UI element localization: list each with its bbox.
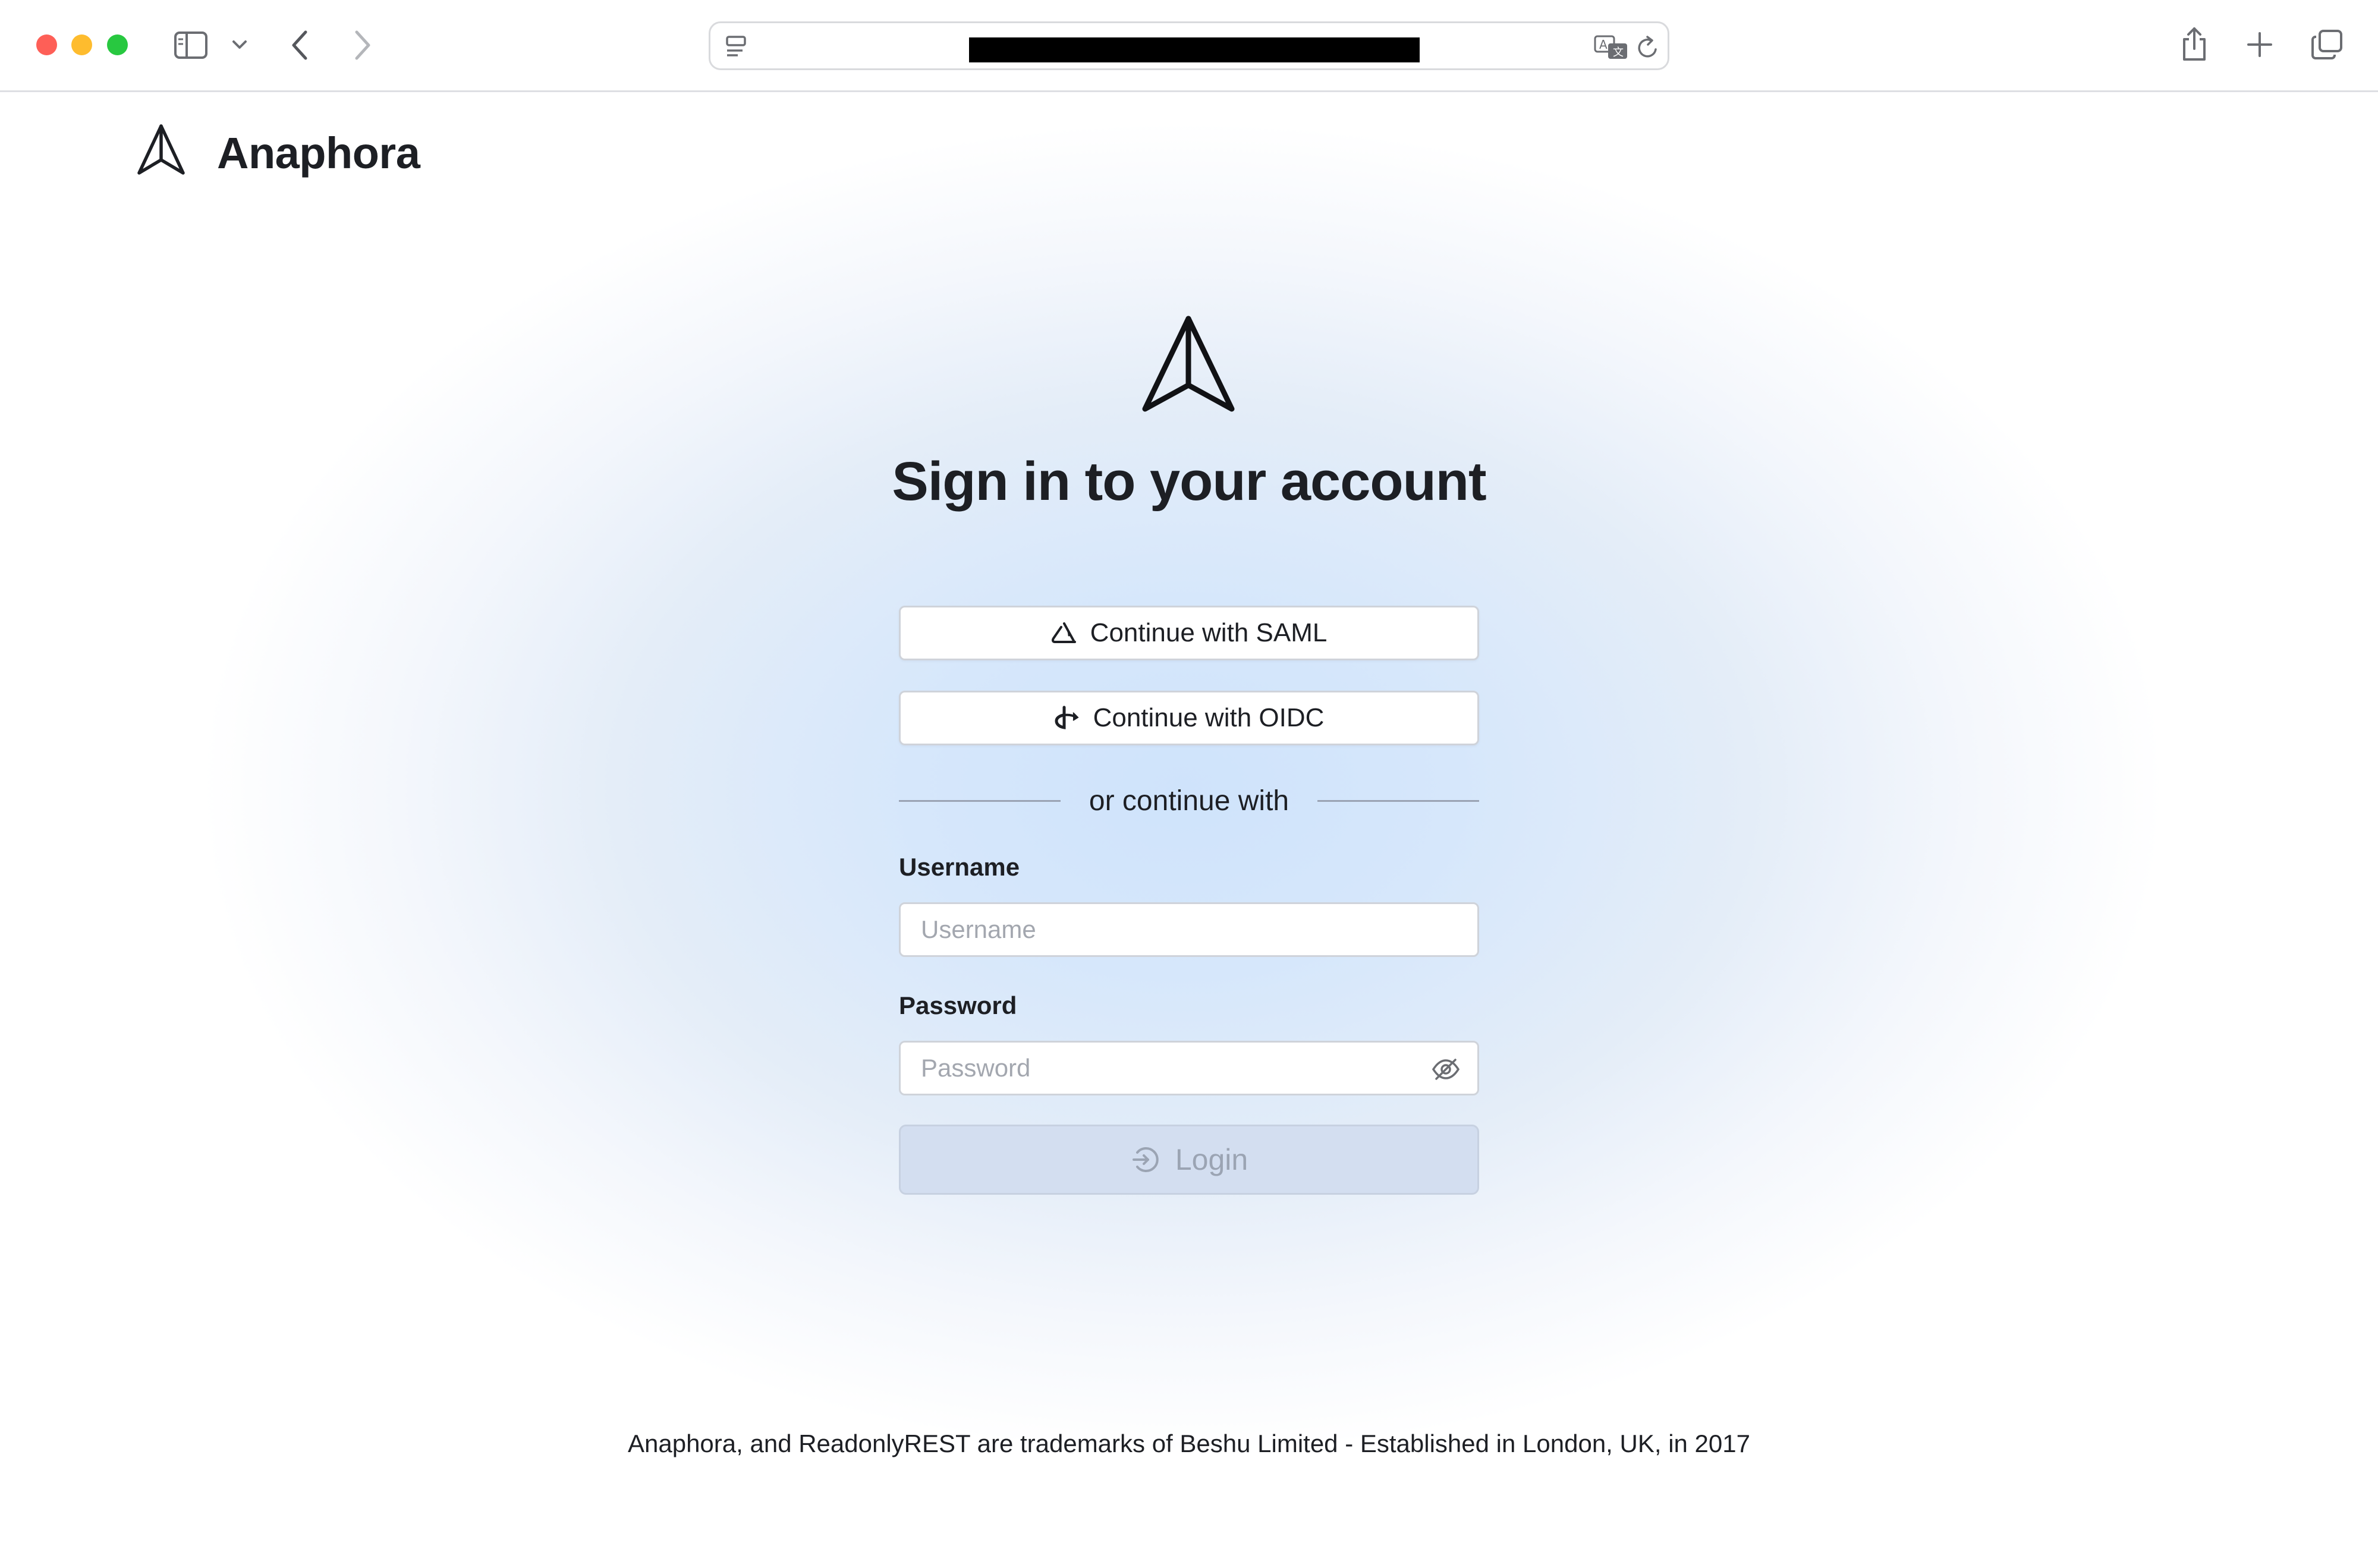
or-continue-divider: or continue with: [899, 777, 1479, 824]
forward-icon[interactable]: [353, 30, 372, 61]
login-page: Anaphora Sign in to your account Continu…: [0, 92, 2378, 1568]
zoom-window-button[interactable]: [107, 34, 128, 55]
svg-text:A: A: [1599, 37, 1608, 52]
username-input[interactable]: [899, 902, 1479, 957]
address-bar[interactable]: A 文: [709, 21, 1669, 70]
anaphora-logo-icon[interactable]: [136, 123, 187, 177]
browser-toolbar: A 文: [0, 0, 2378, 92]
toggle-password-visibility-icon[interactable]: [1432, 1057, 1460, 1081]
login-button-label: Login: [1175, 1143, 1248, 1176]
translate-icon[interactable]: A 文: [1594, 34, 1630, 61]
back-icon[interactable]: [290, 30, 309, 61]
page-menu-icon[interactable]: [725, 35, 748, 60]
continue-with-oidc-button[interactable]: Continue with OIDC: [899, 691, 1479, 745]
redacted-url: [969, 37, 1420, 62]
anaphora-hero-logo-icon: [1142, 316, 1235, 412]
sidebar-icon[interactable]: [174, 31, 208, 59]
page-title: Sign in to your account: [892, 451, 1486, 512]
oidc-button-label: Continue with OIDC: [1093, 703, 1325, 732]
password-input[interactable]: [899, 1041, 1479, 1095]
footer-trademark-text: Anaphora, and ReadonlyREST are trademark…: [627, 1430, 1750, 1457]
login-button[interactable]: Login: [899, 1125, 1479, 1195]
chevron-down-icon[interactable]: [232, 39, 247, 50]
reload-icon[interactable]: [1635, 35, 1660, 61]
password-label: Password: [899, 991, 1017, 1019]
minimize-window-button[interactable]: [71, 34, 92, 55]
tab-overview-icon[interactable]: [2310, 29, 2344, 61]
login-icon: [1132, 1147, 1159, 1172]
brand-name[interactable]: Anaphora: [217, 127, 420, 180]
svg-text:文: 文: [1613, 46, 1624, 59]
username-label: Username: [899, 853, 1020, 881]
saml-button-label: Continue with SAML: [1090, 618, 1328, 647]
divider-line-left: [899, 799, 1061, 802]
share-icon[interactable]: [2181, 26, 2208, 62]
close-window-button[interactable]: [36, 34, 57, 55]
continue-with-saml-button[interactable]: Continue with SAML: [899, 606, 1479, 660]
divider-line-right: [1317, 799, 1479, 802]
divider-text: or continue with: [1089, 785, 1289, 817]
oidc-icon: [1055, 706, 1079, 729]
new-tab-icon[interactable]: [2246, 31, 2273, 58]
saml-icon: [1051, 622, 1076, 643]
